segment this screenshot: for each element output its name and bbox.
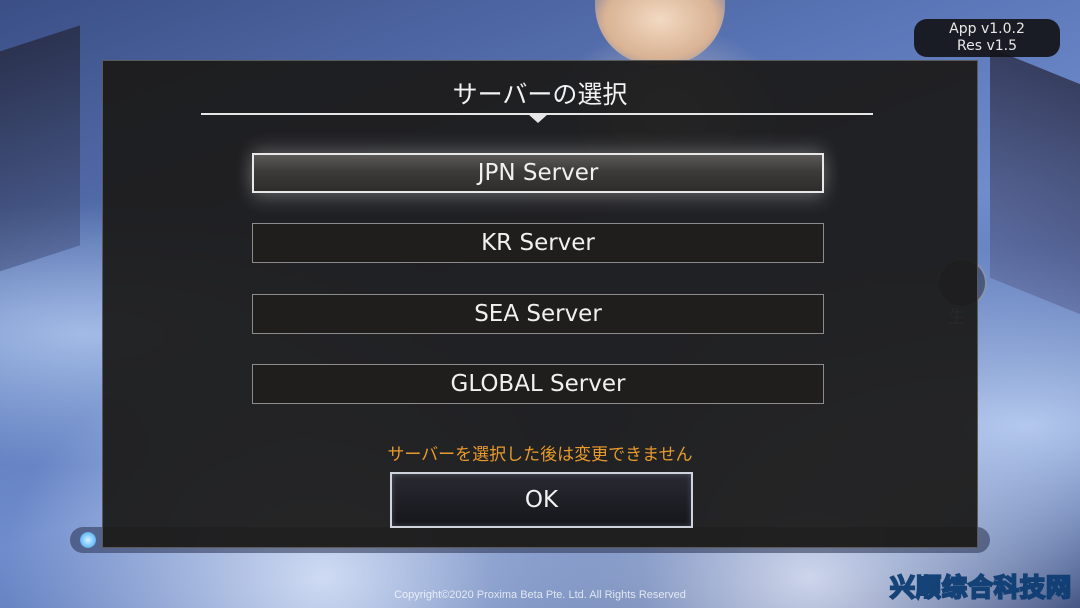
- res-version-text: Res v1.5: [956, 38, 1017, 54]
- server-select-dialog: サーバーの選択 JPN Server KR Server SEA Server …: [102, 60, 978, 548]
- server-option-sea[interactable]: SEA Server: [252, 294, 824, 334]
- dialog-title: サーバーの選択: [452, 80, 628, 109]
- ok-button[interactable]: OK: [390, 472, 693, 528]
- background-crystal-shard: [0, 25, 80, 275]
- glow-dot-icon: [80, 532, 96, 548]
- site-watermark: 兴顺综合科技网: [889, 572, 1072, 603]
- version-badge: App v1.0.2 Res v1.5: [914, 19, 1060, 57]
- app-version-text: App v1.0.2: [949, 21, 1025, 37]
- title-pointer-icon: [528, 114, 548, 123]
- warning-message: サーバーを選択した後は変更できません: [387, 445, 693, 465]
- background-crystal-shard: [990, 47, 1080, 323]
- server-option-jpn[interactable]: JPN Server: [252, 153, 824, 193]
- server-option-global[interactable]: GLOBAL Server: [252, 364, 824, 404]
- game-screen: 生 App v1.0.2 Res v1.5 サーバーの選択 JPN Server…: [0, 0, 1080, 608]
- background-character-art: [595, 0, 725, 65]
- server-option-kr[interactable]: KR Server: [252, 223, 824, 263]
